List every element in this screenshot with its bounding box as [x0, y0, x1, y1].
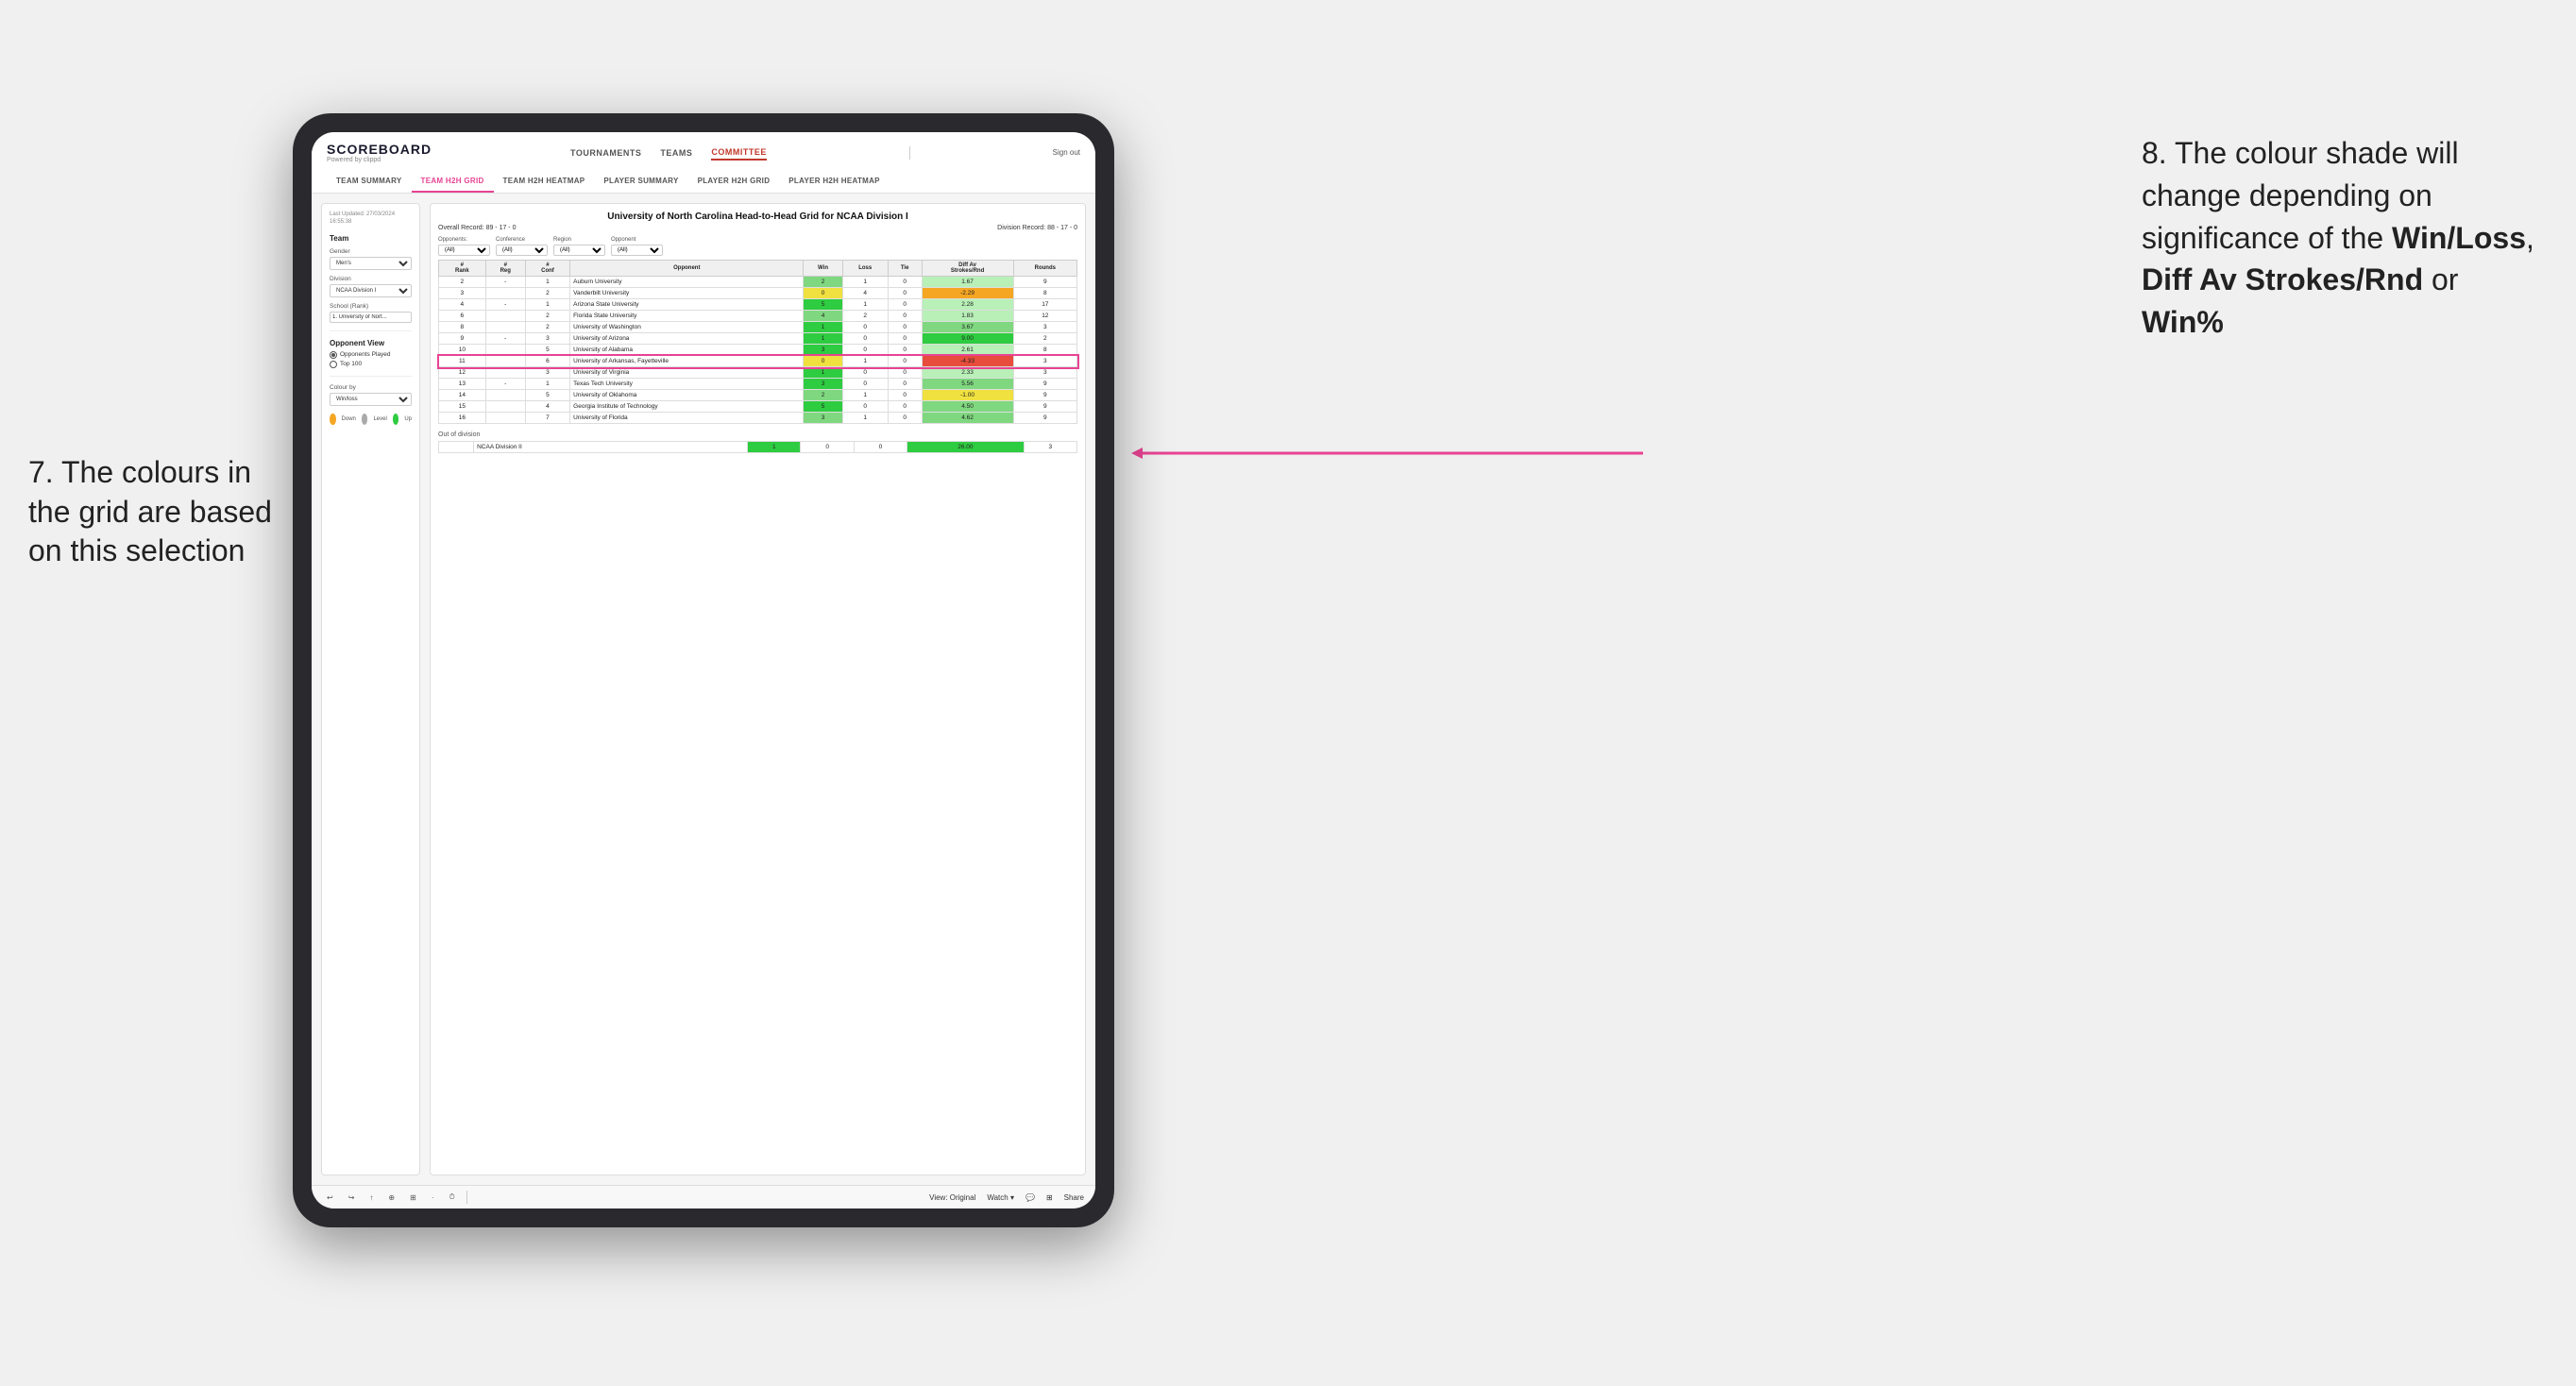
table-row: 10 5 University of Alabama 3 0 0 2.61 8 [439, 345, 1077, 356]
table-row: 12 3 University of Virginia 1 0 0 2.33 3 [439, 367, 1077, 379]
opponent-view-title: Opponent View [330, 339, 412, 347]
col-rank: #Rank [439, 261, 486, 277]
col-reg: #Reg [485, 261, 525, 277]
table-row: 8 2 University of Washington 1 0 0 3.67 … [439, 322, 1077, 333]
table-row: 15 4 Georgia Institute of Technology 5 0… [439, 401, 1077, 413]
logo-text: SCOREBOARD [327, 142, 432, 157]
view-original-label: View: Original [929, 1193, 975, 1202]
col-win: Win [804, 261, 842, 277]
sub-nav-team-h2h-heatmap[interactable]: TEAM H2H HEATMAP [494, 171, 595, 193]
out-of-division-table: NCAA Division II 1 0 0 26.00 3 [438, 441, 1077, 453]
filter-conference: Conference (All) [496, 237, 548, 256]
tablet-frame: SCOREBOARD Powered by clippd TOURNAMENTS… [293, 113, 1114, 1227]
app-header: SCOREBOARD Powered by clippd TOURNAMENTS… [312, 132, 1095, 194]
sign-out-link[interactable]: Sign out [1053, 148, 1080, 157]
logo-subtitle: Powered by clippd [327, 157, 432, 163]
school-label: School (Rank) [330, 303, 412, 310]
sub-nav-player-h2h-heatmap[interactable]: PLAYER H2H HEATMAP [779, 171, 890, 193]
table-row: 6 2 Florida State University 4 2 0 1.83 … [439, 311, 1077, 322]
last-updated: Last Updated: 27/03/2024 16:55:38 [330, 211, 412, 227]
sub-nav-player-summary[interactable]: PLAYER SUMMARY [594, 171, 687, 193]
grid-title: University of North Carolina Head-to-Hea… [438, 211, 1077, 222]
col-tie: Tie [888, 261, 922, 277]
annotation-right: 8. The colour shade will change dependin… [2142, 132, 2538, 344]
legend-row: Down Level Up [330, 414, 412, 425]
gender-label: Gender [330, 248, 412, 255]
opponents-filter-select[interactable]: (All) [438, 245, 490, 256]
toolbar-clock[interactable]: ⏱ [445, 1191, 458, 1204]
bottom-toolbar: ↩ ↪ ↑ ⊕ ⊞ · ⏱ View: Original Watch ▾ 💬 ⊞… [312, 1185, 1095, 1209]
colour-by-select[interactable]: Win/loss [330, 393, 412, 406]
table-row: 3 2 Vanderbilt University 0 4 0 -2.29 8 [439, 288, 1077, 299]
table-row: 14 5 University of Oklahoma 2 1 0 -1.00 … [439, 390, 1077, 401]
toolbar-undo[interactable]: ↩ [323, 1192, 337, 1204]
toolbar-dot[interactable]: · [428, 1192, 438, 1204]
nav-links: TOURNAMENTS TEAMS COMMITTEE [570, 145, 767, 161]
filter-opponent: Opponent (All) [611, 237, 663, 256]
radio-opponents-played[interactable]: Opponents Played [330, 351, 412, 359]
toolbar-grid[interactable]: ⊞ [406, 1192, 420, 1204]
data-table: #Rank #Reg #Conf Opponent Win Loss Tie D… [438, 260, 1077, 424]
col-loss: Loss [842, 261, 888, 277]
filter-row: Opponents: (All) Conference (All) Region [438, 237, 1077, 256]
col-opponent: Opponent [570, 261, 804, 277]
sub-nav-team-summary[interactable]: TEAM SUMMARY [327, 171, 412, 193]
table-row: 4 - 1 Arizona State University 5 1 0 2.2… [439, 299, 1077, 311]
toolbar-view: View: Original Watch ▾ 💬 ⊞ Share [929, 1193, 1084, 1202]
out-of-division: Out of division NCAA Division II 1 0 0 2… [438, 431, 1077, 453]
opponent-filter-select[interactable]: (All) [611, 245, 663, 256]
toolbar-up[interactable]: ↑ [365, 1192, 377, 1204]
division-label: Division [330, 276, 412, 282]
table-row: 13 - 1 Texas Tech University 3 0 0 5.56 … [439, 379, 1077, 390]
col-diff: Diff AvStrokes/Rnd [922, 261, 1013, 277]
main-content: Last Updated: 27/03/2024 16:55:38 Team G… [312, 194, 1095, 1185]
table-row: 16 7 University of Florida 3 1 0 4.62 9 [439, 413, 1077, 424]
gender-select[interactable]: Men's [330, 257, 412, 270]
school-input[interactable] [330, 312, 412, 323]
tablet-screen: SCOREBOARD Powered by clippd TOURNAMENTS… [312, 132, 1095, 1209]
toolbar-watch[interactable]: Watch ▾ [987, 1193, 1014, 1202]
legend-up-dot [393, 414, 399, 425]
region-filter-select[interactable]: (All) [553, 245, 605, 256]
annotation-left: 7. The colours in the grid are based on … [28, 453, 293, 571]
legend-down-label: Down [342, 416, 356, 422]
logo-area: SCOREBOARD Powered by clippd [327, 142, 432, 163]
legend-level-dot [362, 414, 368, 425]
sub-nav-team-h2h-grid[interactable]: TEAM H2H GRID [412, 171, 494, 193]
grid-record: Overall Record: 89 - 17 - 0 Division Rec… [438, 225, 1077, 231]
sub-nav-player-h2h-grid[interactable]: PLAYER H2H GRID [688, 171, 780, 193]
legend-up-label: Up [404, 416, 412, 422]
toolbar-redo[interactable]: ↪ [345, 1192, 359, 1204]
table-row: 9 - 3 University of Arizona 1 0 0 9.00 2 [439, 333, 1077, 345]
division-select[interactable]: NCAA Division I [330, 284, 412, 297]
legend-level-label: Level [373, 416, 386, 422]
table-row: 11 6 University of Arkansas, Fayettevill… [439, 356, 1077, 367]
nav-committee[interactable]: COMMITTEE [711, 145, 767, 161]
filter-opponents: Opponents: (All) [438, 237, 490, 256]
legend-down-dot [330, 414, 336, 425]
filter-region: Region (All) [553, 237, 605, 256]
col-rounds: Rounds [1013, 261, 1076, 277]
toolbar-share[interactable]: Share [1064, 1193, 1084, 1202]
right-panel: University of North Carolina Head-to-Hea… [430, 203, 1086, 1175]
left-panel: Last Updated: 27/03/2024 16:55:38 Team G… [321, 203, 420, 1175]
sub-nav: TEAM SUMMARY TEAM H2H GRID TEAM H2H HEAT… [327, 171, 1080, 193]
toolbar-comment[interactable]: 💬 [1025, 1193, 1035, 1202]
team-section-title: Team [330, 234, 412, 243]
colour-by-label: Colour by [330, 384, 412, 391]
radio-top-100[interactable]: Top 100 [330, 361, 412, 368]
table-row: NCAA Division II 1 0 0 26.00 3 [439, 442, 1077, 453]
toolbar-add[interactable]: ⊕ [384, 1192, 398, 1204]
conference-filter-select[interactable]: (All) [496, 245, 548, 256]
radio-group: Opponents Played Top 100 [330, 351, 412, 368]
nav-tournaments[interactable]: TOURNAMENTS [570, 146, 641, 160]
toolbar-layout[interactable]: ⊞ [1046, 1193, 1053, 1202]
table-row: 2 - 1 Auburn University 2 1 0 1.67 9 [439, 277, 1077, 288]
nav-teams[interactable]: TEAMS [660, 146, 692, 160]
col-conf: #Conf [525, 261, 569, 277]
toolbar-separator [466, 1191, 467, 1204]
